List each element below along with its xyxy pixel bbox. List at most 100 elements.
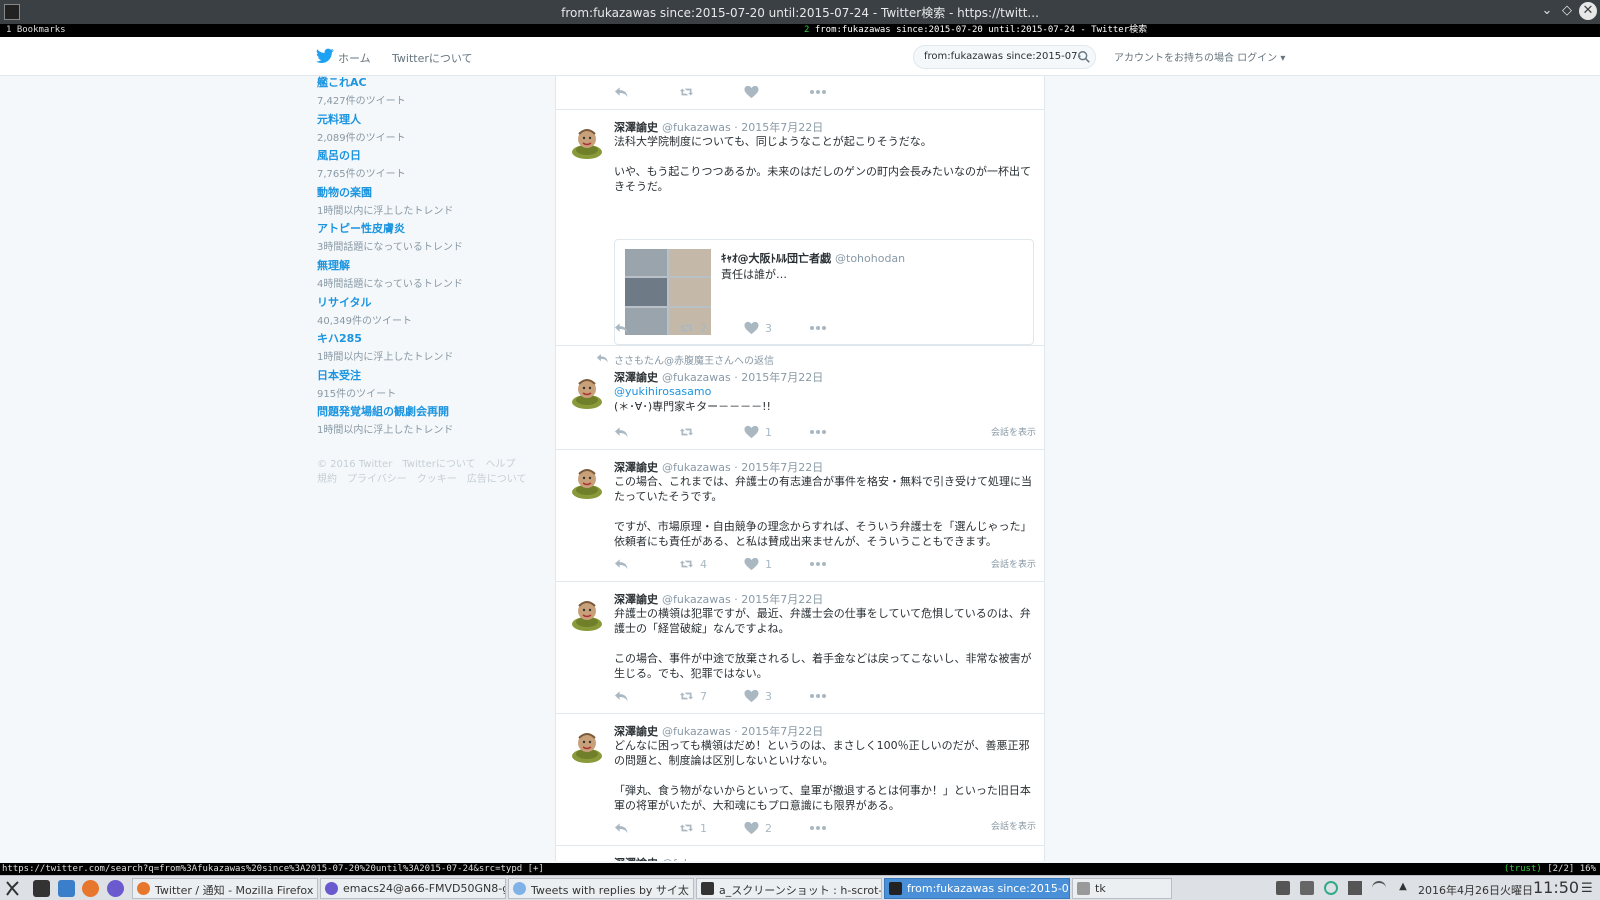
trend-item[interactable]: 日本受注 915件のツイート [317,367,547,404]
volume-icon[interactable] [1348,881,1362,895]
footer-help-link[interactable]: ヘルプ [486,459,516,470]
like-button[interactable]: 2 [744,821,772,837]
tweet[interactable]: 深澤諭史 @fukazawas · 2015年7月22日 この場合、これまでは、弁… [556,450,1044,582]
footer-about-link[interactable]: Twitterについて [402,459,475,470]
trend-name[interactable]: 艦これAC [317,74,547,90]
trend-name[interactable]: 元料理人 [317,111,547,127]
mention-link[interactable]: @yukihirosasamo [614,384,1034,399]
tweet[interactable]: 深澤諭史 @fukazawas · 2015年7月22日 法科大学院制度についても… [556,110,1044,346]
sync-icon[interactable] [1324,881,1338,895]
like-button[interactable]: 1 [744,557,772,573]
tweet-author-handle[interactable]: @fukazawas [662,857,731,861]
tweet-author-name[interactable]: 深澤諭史 [614,593,658,606]
retweet-icon[interactable] [679,425,694,441]
tweet[interactable]: 深澤諭史 @fukazawas · 2015年7月22日 弁護士の横領は犯罪ですが… [556,582,1044,714]
chevron-up-icon[interactable]: ▲ [1396,881,1410,895]
more-icon[interactable] [809,557,827,573]
like-icon[interactable] [744,85,759,101]
trend-item[interactable]: 無理解 4時間話題になっているトレンド [317,257,547,294]
reply-icon[interactable] [614,689,629,705]
more-icon[interactable] [809,689,827,705]
bookmarks-tab[interactable]: 1 Bookmarks [6,24,66,37]
trend-item[interactable]: 艦これAC 7,427件のツイート [317,74,547,111]
more-icon[interactable] [809,821,827,837]
tweet-timestamp[interactable]: · 2015年7月22日 [734,461,823,474]
reply-icon[interactable] [614,821,629,837]
reply-icon[interactable] [614,85,629,101]
tweet-timestamp[interactable]: · 2015年7月22日 [734,121,823,134]
trend-item[interactable]: リサイタル 40,349件のツイート [317,294,547,331]
reply-icon[interactable] [614,425,629,441]
task-screenshot[interactable]: a_スクリーンショット : h-scrot-esc.r [696,878,882,899]
show-conversation-link[interactable]: 会話を表示 [991,425,1036,438]
like-button[interactable]: 3 [744,321,772,337]
trend-name[interactable]: 問題発覚場組の観劇会再開 [317,403,547,419]
close-icon[interactable]: ✕ [1579,2,1597,20]
reply-context-text[interactable]: ささもたん@赤腹魔王さんへの返信 [614,356,774,367]
more-icon[interactable] [809,425,827,441]
tweet-author-handle[interactable]: @fukazawas [662,371,731,384]
clock-time[interactable]: 11:50 [1533,878,1579,897]
terminal-icon[interactable] [33,880,50,897]
search-input[interactable]: from:fukazawas since:2015-07- [913,45,1096,69]
start-menu-icon[interactable] [4,880,21,897]
reply-icon[interactable] [614,321,629,337]
footer-cookies-link[interactable]: クッキー [417,474,457,485]
like-button[interactable]: 1 [744,425,772,441]
clipboard-icon[interactable] [1300,881,1314,895]
tweet-timestamp[interactable]: · 2015年7月22日 [734,371,823,384]
tweet[interactable]: 深澤諭史 @fukazawas · 2015年7月22日 どんなに困っても横領はだ… [556,714,1044,846]
retweet-button[interactable]: 7 [679,689,707,705]
active-tab[interactable]: 2 from:fukazawas since:2015-07-20 until:… [804,24,1147,37]
firefox-icon[interactable] [82,880,99,897]
trend-name[interactable]: リサイタル [317,294,547,310]
trend-name[interactable]: 日本受注 [317,367,547,383]
tweet-author-name[interactable]: 深澤諭史 [614,121,658,134]
emacs-icon[interactable] [107,880,124,897]
tweet-timestamp[interactable]: · 2015年7月22日 [734,725,823,738]
avatar[interactable] [568,594,606,632]
trend-name[interactable]: アトピー性皮膚炎 [317,220,547,236]
nav-about[interactable]: Twitterについて [392,50,473,66]
reply-icon[interactable] [614,557,629,573]
task-twitter-search[interactable]: from:fukazawas since:2015-07- [884,878,1070,899]
footer-ads-link[interactable]: 広告について [467,474,527,485]
trend-name[interactable]: 動物の楽園 [317,184,547,200]
retweet-button[interactable]: 2 [679,321,707,337]
keyboard-icon[interactable] [1276,881,1290,895]
avatar[interactable] [568,122,606,160]
tweet-author-handle[interactable]: @fukazawas [662,461,731,474]
maximize-icon[interactable]: ◇ [1558,2,1576,20]
tweet-author-handle[interactable]: @fukazawas [662,725,731,738]
more-icon[interactable] [809,321,827,337]
tweet-author-handle[interactable]: @fukazawas [662,121,731,134]
trend-item[interactable]: 問題発覚場組の観劇会再開 1時間以内に浮上したトレンド [317,403,547,440]
more-icon[interactable] [809,85,827,101]
tweet-timestamp[interactable]: · 2015年7月22日 [734,593,823,606]
menu-icon[interactable]: ☰ [1581,881,1593,896]
task-firefox[interactable]: Twitter / 通知 - Mozilla Firefox [132,878,318,899]
show-conversation-link[interactable]: 会話を表示 [991,557,1036,570]
footer-privacy-link[interactable]: プライバシー [347,474,407,485]
retweet-icon[interactable] [679,85,694,101]
trend-item[interactable]: アトピー性皮膚炎 3時間話題になっているトレンド [317,220,547,257]
trend-name[interactable]: 風呂の日 [317,147,547,163]
wifi-icon[interactable] [1372,881,1386,895]
footer-terms-link[interactable]: 規約 [317,474,337,485]
trend-item[interactable]: 動物の楽園 1時間以内に浮上したトレンド [317,184,547,221]
tweet[interactable]: ささもたん@赤腹魔王さんへの返信 深澤諭史 @fukazawas · 2015年7… [556,346,1044,450]
trend-item[interactable]: 風呂の日 7,765件のツイート [317,147,547,184]
tweet-author-name[interactable]: 深澤諭史 [614,725,658,738]
tweet-author-handle[interactable]: @fukazawas [662,593,731,606]
retweet-button[interactable]: 1 [679,821,707,837]
search-icon[interactable] [1077,50,1091,64]
avatar[interactable] [568,372,606,410]
avatar[interactable] [568,462,606,500]
nav-home[interactable]: ホーム [338,50,371,66]
login-link[interactable]: アカウントをお持ちの場合 ログイン ▾ [1114,49,1285,64]
task-emacs[interactable]: emacs24@a66-FMVD50GN8-g [320,878,506,899]
tweet-author-name[interactable]: 深澤諭史 [614,857,658,861]
tweet-author-name[interactable]: 深澤諭史 [614,461,658,474]
task-tweets-replies[interactable]: Tweets with replies by サイ太 (@ [508,878,694,899]
trend-name[interactable]: 無理解 [317,257,547,273]
